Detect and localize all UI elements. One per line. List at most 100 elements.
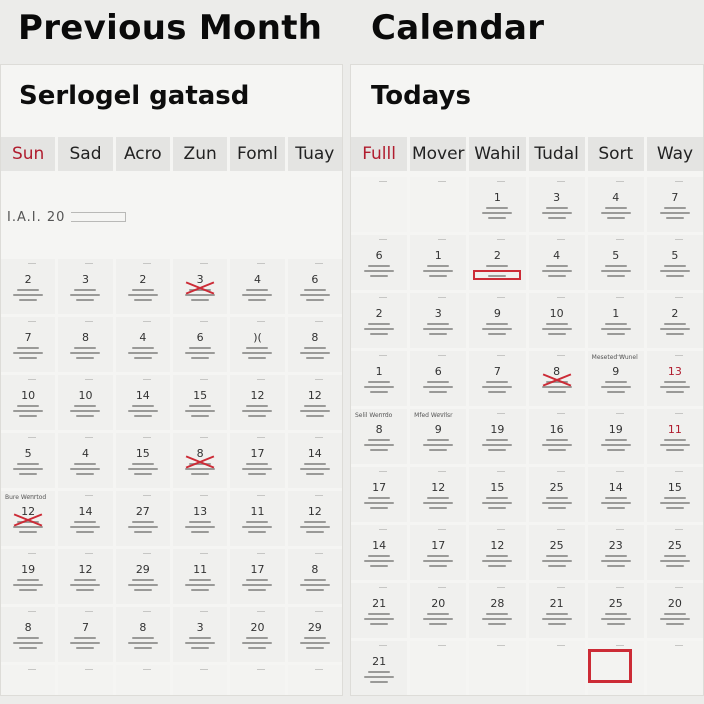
- right-day-header[interactable]: Way: [646, 137, 703, 171]
- right-day-cell[interactable]: 1: [351, 351, 408, 406]
- right-day-cell[interactable]: 21: [528, 583, 585, 638]
- year-input-box[interactable]: [71, 212, 127, 222]
- right-day-cell[interactable]: 8: [528, 351, 585, 406]
- right-day-cell[interactable]: 1: [410, 235, 467, 290]
- left-day-cell[interactable]: 12: [58, 549, 113, 604]
- right-day-cell[interactable]: 5: [587, 235, 644, 290]
- right-day-cell[interactable]: 20: [646, 583, 703, 638]
- left-day-header[interactable]: Tuay: [287, 137, 342, 171]
- right-day-cell[interactable]: 21: [351, 641, 408, 695]
- left-day-cell[interactable]: [287, 665, 342, 695]
- left-day-cell[interactable]: 10: [1, 375, 56, 430]
- right-day-cell[interactable]: 3: [410, 293, 467, 348]
- right-day-cell[interactable]: 2: [351, 293, 408, 348]
- left-day-cell[interactable]: 19: [1, 549, 56, 604]
- left-day-cell[interactable]: [172, 665, 228, 695]
- right-day-header[interactable]: Fulll: [351, 137, 408, 171]
- left-day-cell[interactable]: [115, 665, 170, 695]
- right-day-cell[interactable]: 16: [528, 409, 585, 464]
- right-day-header[interactable]: Tudal: [528, 137, 585, 171]
- right-day-cell[interactable]: 10: [528, 293, 585, 348]
- left-day-cell[interactable]: 17: [230, 549, 285, 604]
- right-day-cell[interactable]: 4: [587, 177, 644, 232]
- right-day-cell[interactable]: 21: [351, 583, 408, 638]
- right-day-header[interactable]: Wahil: [469, 137, 526, 171]
- right-day-cell[interactable]: 6: [410, 351, 467, 406]
- left-day-cell[interactable]: 12: [230, 375, 285, 430]
- right-day-cell[interactable]: [351, 177, 408, 232]
- left-day-cell[interactable]: [230, 665, 285, 695]
- right-day-cell[interactable]: 19: [469, 409, 526, 464]
- right-day-cell[interactable]: [646, 641, 703, 695]
- left-day-header[interactable]: Sun: [1, 137, 56, 171]
- left-day-cell[interactable]: 8: [287, 549, 342, 604]
- left-day-cell[interactable]: Bure Wenrtod 12: [1, 491, 56, 546]
- right-day-cell[interactable]: 25: [528, 525, 585, 580]
- left-day-cell[interactable]: 5: [1, 433, 56, 488]
- left-day-cell[interactable]: 4: [115, 317, 170, 372]
- left-day-cell[interactable]: 20: [230, 607, 285, 662]
- left-day-header[interactable]: Foml: [230, 137, 285, 171]
- right-day-cell[interactable]: 19: [587, 409, 644, 464]
- right-day-cell[interactable]: 15: [646, 467, 703, 522]
- left-day-cell[interactable]: 3: [172, 259, 228, 314]
- right-day-cell[interactable]: 9: [469, 293, 526, 348]
- left-day-cell[interactable]: 13: [172, 491, 228, 546]
- right-day-cell[interactable]: 13: [646, 351, 703, 406]
- left-day-cell[interactable]: 6: [172, 317, 228, 372]
- left-day-cell[interactable]: 12: [287, 375, 342, 430]
- left-day-cell[interactable]: 7: [1, 317, 56, 372]
- right-day-cell[interactable]: Mfed Wevilsr 9: [410, 409, 467, 464]
- right-day-cell[interactable]: 20: [410, 583, 467, 638]
- left-day-header[interactable]: Zun: [172, 137, 228, 171]
- left-day-cell[interactable]: 29: [115, 549, 170, 604]
- right-day-header[interactable]: Sort: [587, 137, 644, 171]
- left-day-cell[interactable]: [58, 665, 113, 695]
- right-day-header[interactable]: Mover: [410, 137, 467, 171]
- right-day-cell[interactable]: 17: [410, 525, 467, 580]
- right-day-cell[interactable]: 14: [351, 525, 408, 580]
- left-day-cell[interactable]: 15: [172, 375, 228, 430]
- left-day-cell[interactable]: 12: [287, 491, 342, 546]
- right-day-cell[interactable]: 7: [646, 177, 703, 232]
- right-day-cell[interactable]: 6: [351, 235, 408, 290]
- right-day-cell[interactable]: 11: [646, 409, 703, 464]
- right-day-cell[interactable]: 1: [469, 177, 526, 232]
- right-day-cell[interactable]: 12: [410, 467, 467, 522]
- left-day-cell[interactable]: 14: [58, 491, 113, 546]
- right-day-cell[interactable]: [410, 641, 467, 695]
- right-day-cell[interactable]: [469, 641, 526, 695]
- right-day-cell[interactable]: 5: [646, 235, 703, 290]
- right-day-cell[interactable]: [410, 177, 467, 232]
- right-day-cell[interactable]: 23: [587, 525, 644, 580]
- left-day-cell[interactable]: 8: [287, 317, 342, 372]
- left-day-cell[interactable]: 8: [1, 607, 56, 662]
- left-day-cell[interactable]: 10: [58, 375, 113, 430]
- left-day-cell[interactable]: [1, 665, 56, 695]
- right-day-cell[interactable]: 25: [646, 525, 703, 580]
- right-day-cell[interactable]: 7: [469, 351, 526, 406]
- left-day-cell[interactable]: 4: [230, 259, 285, 314]
- right-day-cell[interactable]: [528, 641, 585, 695]
- left-day-cell[interactable]: 7: [58, 607, 113, 662]
- right-day-cell[interactable]: 4: [528, 235, 585, 290]
- left-day-cell[interactable]: 11: [172, 549, 228, 604]
- right-day-cell[interactable]: 1: [587, 293, 644, 348]
- left-day-cell[interactable]: 2: [1, 259, 56, 314]
- right-day-cell[interactable]: 28: [469, 583, 526, 638]
- left-day-cell[interactable]: 2: [115, 259, 170, 314]
- right-day-cell[interactable]: 15: [469, 467, 526, 522]
- left-day-cell[interactable]: 3: [58, 259, 113, 314]
- right-day-cell[interactable]: 3: [528, 177, 585, 232]
- left-day-cell[interactable]: 15: [115, 433, 170, 488]
- left-day-cell[interactable]: 8: [58, 317, 113, 372]
- left-day-cell[interactable]: 17: [230, 433, 285, 488]
- right-day-cell[interactable]: Selil Wenrdo 8: [351, 409, 408, 464]
- right-day-cell[interactable]: 17: [351, 467, 408, 522]
- left-day-cell[interactable]: 6: [287, 259, 342, 314]
- right-day-cell[interactable]: 14: [587, 467, 644, 522]
- left-day-header[interactable]: Acro: [115, 137, 170, 171]
- right-day-cell[interactable]: 2: [646, 293, 703, 348]
- left-day-header[interactable]: Sad: [58, 137, 113, 171]
- left-day-cell[interactable]: 14: [287, 433, 342, 488]
